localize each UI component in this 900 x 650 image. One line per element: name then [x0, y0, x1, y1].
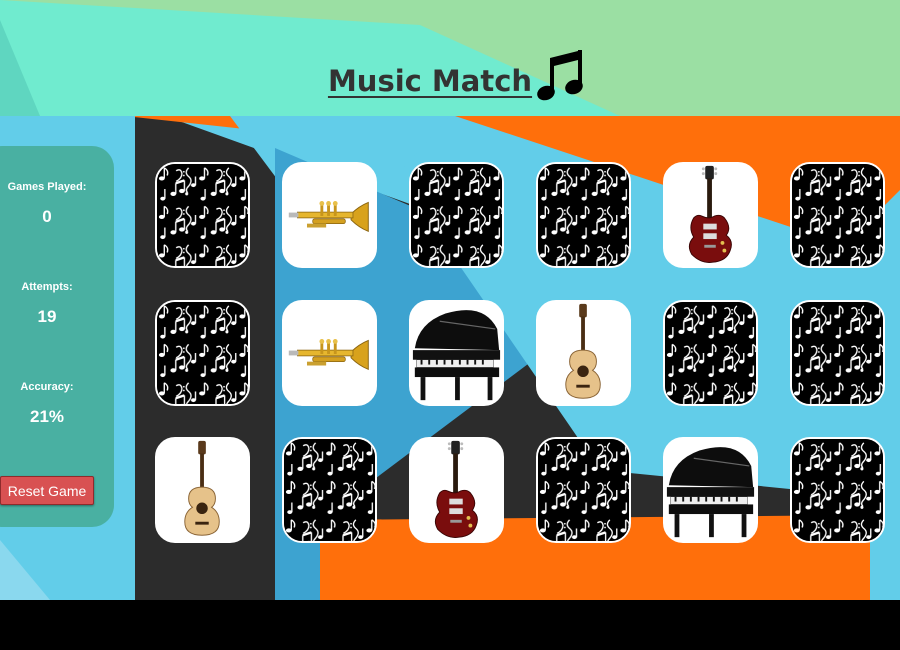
page-title: Music Match [327, 64, 533, 98]
card-face-down[interactable] [409, 162, 504, 268]
card-piano[interactable] [663, 437, 758, 543]
card-face-down[interactable] [790, 162, 885, 268]
trumpet-icon [284, 302, 375, 404]
music-notes-pattern-icon [411, 164, 502, 266]
card-face-down[interactable] [536, 437, 631, 543]
card-face-down[interactable] [282, 437, 377, 543]
card-face-down[interactable] [663, 300, 758, 406]
card-piano[interactable] [409, 300, 504, 406]
accuracy-value: 21% [29, 407, 65, 426]
card-trumpet[interactable] [282, 162, 377, 268]
music-notes-pattern-icon [538, 164, 629, 266]
games-played-label: Games Played: [7, 181, 87, 193]
music-note-icon [537, 50, 583, 101]
card-acoustic-guitar[interactable] [155, 437, 250, 543]
music-notes-pattern-icon [538, 439, 629, 541]
card-face-down[interactable] [536, 162, 631, 268]
piano-icon [665, 439, 756, 541]
card-acoustic-guitar[interactable] [536, 300, 631, 406]
music-notes-pattern-icon [792, 164, 883, 266]
games-played-value: 0 [42, 207, 52, 226]
attempts-value: 19 [37, 307, 57, 326]
title-group: Music Match [327, 48, 586, 101]
acoustic-guitar-icon [538, 302, 629, 404]
music-notes-pattern-icon [792, 302, 883, 404]
reset-game-button[interactable]: Reset Game [0, 476, 94, 505]
card-electric-guitar[interactable] [663, 162, 758, 268]
music-notes-pattern-icon [665, 302, 756, 404]
electric-guitar-icon [665, 164, 756, 266]
card-face-down[interactable] [790, 300, 885, 406]
card-electric-guitar[interactable] [409, 437, 504, 543]
card-trumpet[interactable] [282, 300, 377, 406]
card-face-down[interactable] [155, 300, 250, 406]
acoustic-guitar-icon [157, 439, 248, 541]
accuracy-label: Accuracy: [20, 381, 74, 393]
piano-icon [411, 302, 502, 404]
electric-guitar-icon [411, 439, 502, 541]
game-stage: Music Match Games Played: 0 Attempts: 19… [0, 0, 900, 600]
stats-panel: Games Played: 0 Attempts: 19 Accuracy: 2… [0, 146, 114, 527]
trumpet-icon [284, 164, 375, 266]
attempts-label: Attempts: [21, 281, 73, 293]
header: Music Match [0, 0, 900, 116]
card-face-down[interactable] [790, 437, 885, 543]
music-notes-pattern-icon [284, 439, 375, 541]
music-notes-pattern-icon [157, 164, 248, 266]
music-notes-pattern-icon [157, 302, 248, 404]
card-face-down[interactable] [155, 162, 250, 268]
music-notes-pattern-icon [792, 439, 883, 541]
